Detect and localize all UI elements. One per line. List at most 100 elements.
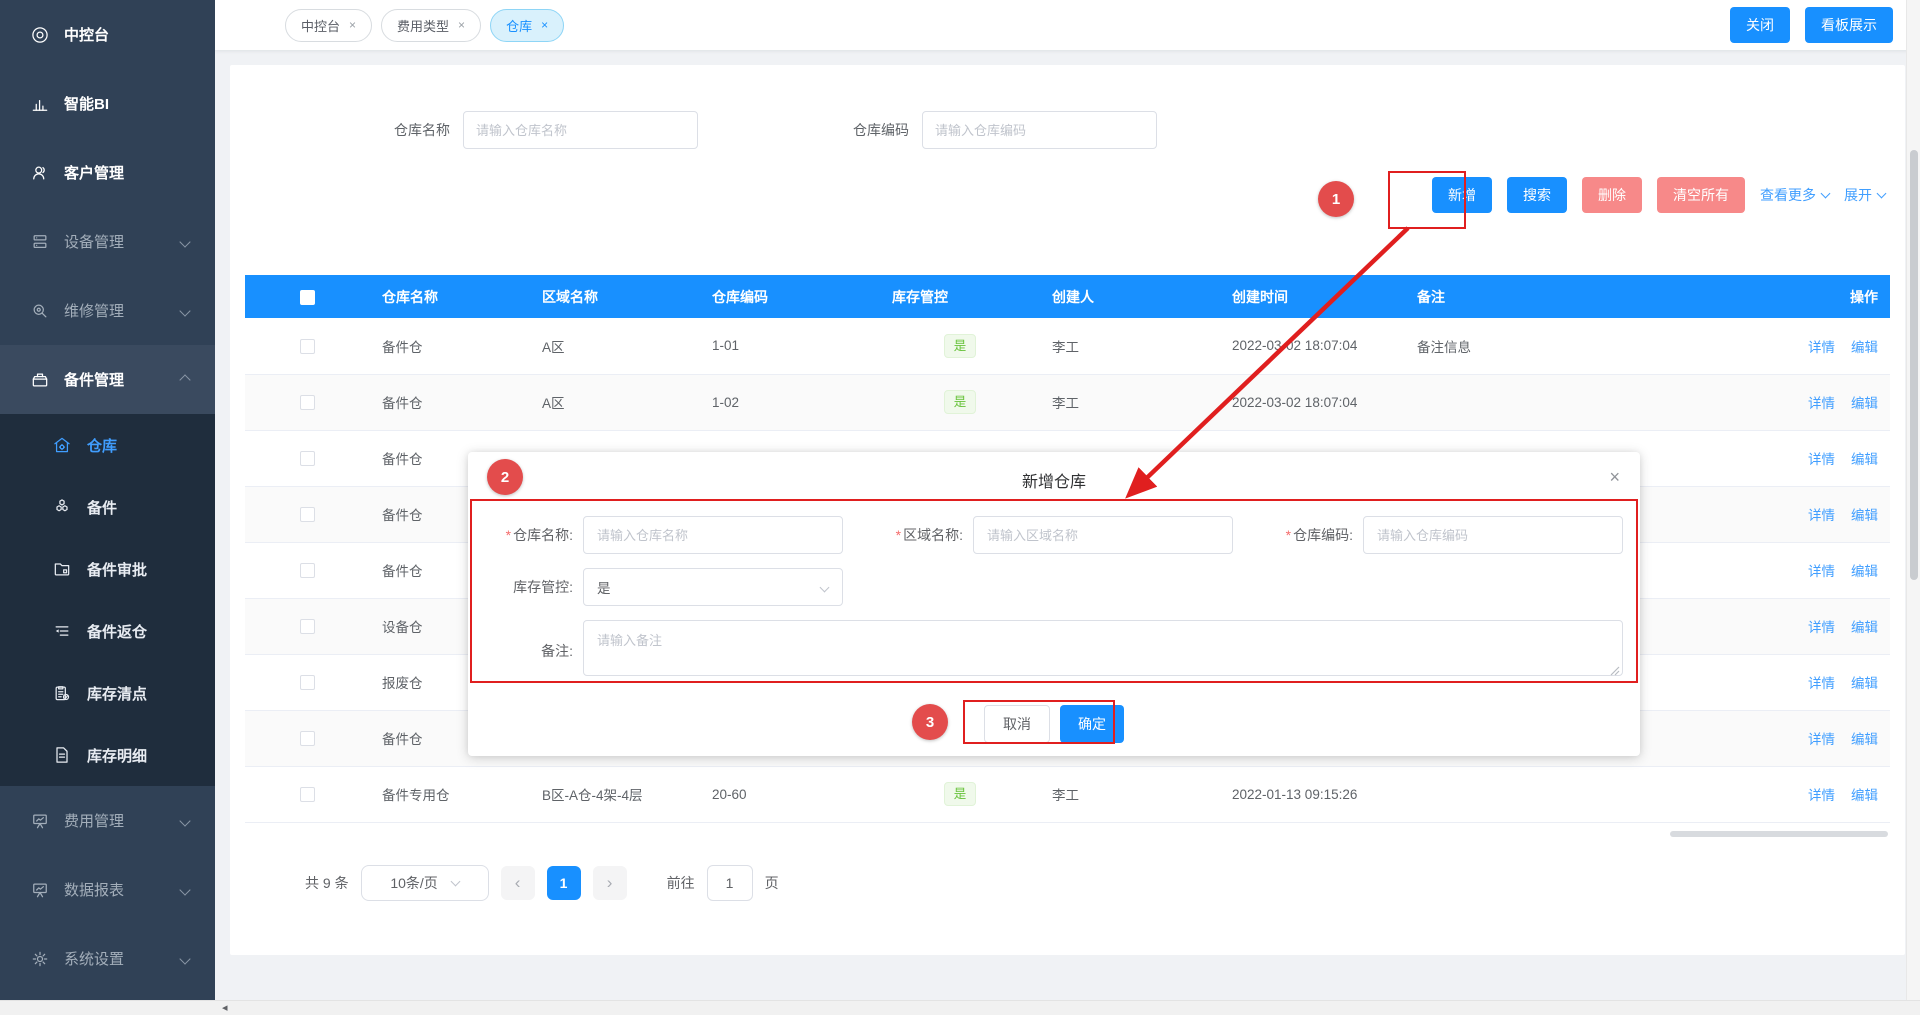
row-checkbox[interactable] — [300, 731, 315, 746]
detail-link[interactable]: 详情 — [1808, 396, 1835, 411]
row-checkbox[interactable] — [300, 787, 315, 802]
edit-link[interactable]: 编辑 — [1851, 564, 1878, 579]
sidebar-item-customers[interactable]: 客户管理 — [0, 138, 215, 207]
vertical-scrollbar-thumb[interactable] — [1910, 150, 1918, 580]
stock-control-select[interactable]: 是 — [583, 568, 843, 606]
warehouse-name-label: 仓库名称 — [394, 120, 450, 140]
detail-link[interactable]: 详情 — [1808, 732, 1835, 747]
stock-control-tag: 是 — [944, 334, 977, 359]
detail-link[interactable]: 详情 — [1808, 620, 1835, 635]
modal-warehouse-name-input[interactable] — [583, 516, 843, 554]
detail-link[interactable]: 详情 — [1808, 564, 1835, 579]
step-3-badge: 3 — [912, 704, 948, 740]
chevron-down-icon — [1877, 189, 1887, 199]
reports-icon — [30, 880, 50, 900]
col-creator: 创建人 — [1040, 275, 1220, 318]
edit-link[interactable]: 编辑 — [1851, 732, 1878, 747]
sidebar-item-stocktake[interactable]: 库存清点 — [0, 662, 215, 724]
resize-handle-icon[interactable] — [1610, 663, 1620, 673]
col-area-name: 区域名称 — [530, 275, 700, 318]
sidebar-item-warehouse[interactable]: 仓库 — [0, 414, 215, 476]
current-page[interactable]: 1 — [547, 866, 581, 900]
close-icon[interactable]: × — [1609, 468, 1620, 486]
warehouse-name-input[interactable] — [463, 111, 698, 149]
sidebar-item-expenses[interactable]: 费用管理 — [0, 786, 215, 855]
stock-control-tag: 是 — [944, 390, 977, 415]
sidebar: 中控台 智能BI 客户管理 设备管理 维修管理 备件管理 仓库 备件 备件审批 — [0, 0, 215, 1000]
sidebar-item-parts-return[interactable]: 备件返仓 — [0, 600, 215, 662]
warehouse-code-input[interactable] — [922, 111, 1157, 149]
edit-link[interactable]: 编辑 — [1851, 340, 1878, 355]
vertical-scrollbar[interactable] — [1906, 0, 1920, 1000]
view-more-link[interactable]: 查看更多 — [1760, 185, 1829, 205]
sidebar-item-spare-parts[interactable]: 备件管理 — [0, 345, 215, 414]
sidebar-item-parts[interactable]: 备件 — [0, 476, 215, 538]
detail-link[interactable]: 详情 — [1808, 340, 1835, 355]
detail-link[interactable]: 详情 — [1808, 508, 1835, 523]
goto-page-input[interactable] — [707, 865, 753, 901]
row-checkbox[interactable] — [300, 339, 315, 354]
col-warehouse-code: 仓库编码 — [700, 275, 880, 318]
close-icon[interactable]: × — [349, 18, 356, 32]
sidebar-item-settings[interactable]: 系统设置 — [0, 924, 215, 993]
row-checkbox[interactable] — [300, 619, 315, 634]
chevron-down-icon — [820, 583, 830, 593]
edit-link[interactable]: 编辑 — [1851, 452, 1878, 467]
col-remark: 备注 — [1405, 275, 1645, 318]
sidebar-item-reports[interactable]: 数据报表 — [0, 855, 215, 924]
sidebar-item-bi[interactable]: 智能BI — [0, 69, 215, 138]
topbar: 中控台 × 费用类型 × 仓库 × 关闭 看板展示 — [215, 0, 1920, 50]
sidebar-item-stock-detail[interactable]: 库存明细 — [0, 724, 215, 786]
step-2-badge: 2 — [487, 459, 523, 495]
tab-expense-type[interactable]: 费用类型 × — [381, 9, 481, 42]
chevron-down-icon — [1821, 189, 1831, 199]
add-button[interactable]: 新增 — [1432, 177, 1492, 213]
detail-link[interactable]: 详情 — [1808, 788, 1835, 803]
detail-link[interactable]: 详情 — [1808, 452, 1835, 467]
tab-console[interactable]: 中控台 × — [285, 9, 372, 42]
next-page-button[interactable]: › — [593, 866, 627, 900]
modal-warehouse-code-input[interactable] — [1363, 516, 1623, 554]
sidebar-item-devices[interactable]: 设备管理 — [0, 207, 215, 276]
expand-link[interactable]: 展开 — [1844, 185, 1885, 205]
sidebar-item-parts-approval[interactable]: 备件审批 — [0, 538, 215, 600]
row-checkbox[interactable] — [300, 395, 315, 410]
row-checkbox[interactable] — [300, 507, 315, 522]
goto-label: 前往 — [667, 873, 695, 893]
tab-warehouse[interactable]: 仓库 × — [490, 9, 564, 42]
confirm-button[interactable]: 确定 — [1060, 705, 1124, 743]
edit-link[interactable]: 编辑 — [1851, 396, 1878, 411]
sidebar-item-console[interactable]: 中控台 — [0, 0, 215, 69]
edit-link[interactable]: 编辑 — [1851, 788, 1878, 803]
delete-button[interactable]: 删除 — [1582, 177, 1642, 213]
row-checkbox[interactable] — [300, 563, 315, 578]
close-icon[interactable]: × — [541, 18, 548, 32]
board-display-button[interactable]: 看板展示 — [1805, 7, 1893, 43]
remark-textarea[interactable] — [583, 620, 1623, 676]
row-checkbox[interactable] — [300, 451, 315, 466]
page-size-select[interactable]: 10条/页 — [361, 865, 489, 901]
edit-link[interactable]: 编辑 — [1851, 620, 1878, 635]
edit-link[interactable]: 编辑 — [1851, 508, 1878, 523]
scroll-left-icon[interactable]: ◂ — [222, 1003, 228, 1014]
tab-label: 费用类型 — [397, 16, 449, 35]
table-row: 备件仓A区1-02 是 李工2022-03-02 18:07:04 详情编辑 — [245, 374, 1890, 430]
modal-area-name-input[interactable] — [973, 516, 1233, 554]
detail-link[interactable]: 详情 — [1808, 676, 1835, 691]
close-icon[interactable]: × — [458, 18, 465, 32]
horizontal-scrollbar[interactable]: ◂ — [0, 1000, 1920, 1015]
row-checkbox[interactable] — [300, 675, 315, 690]
total-count: 共 9 条 — [305, 873, 349, 893]
close-page-button[interactable]: 关闭 — [1730, 7, 1790, 43]
cancel-button[interactable]: 取消 — [984, 705, 1050, 743]
chevron-down-icon — [179, 236, 190, 247]
chevron-up-icon — [179, 374, 190, 385]
edit-link[interactable]: 编辑 — [1851, 676, 1878, 691]
table-row: 备件仓A区1-01 是 李工2022-03-02 18:07:04备注信息 详情… — [245, 318, 1890, 374]
sidebar-item-maintenance[interactable]: 维修管理 — [0, 276, 215, 345]
table-horizontal-scrollbar-thumb[interactable] — [1670, 831, 1888, 837]
select-all-checkbox[interactable] — [300, 290, 315, 305]
prev-page-button[interactable]: ‹ — [501, 866, 535, 900]
search-button[interactable]: 搜索 — [1507, 177, 1567, 213]
clear-all-button[interactable]: 清空所有 — [1657, 177, 1745, 213]
